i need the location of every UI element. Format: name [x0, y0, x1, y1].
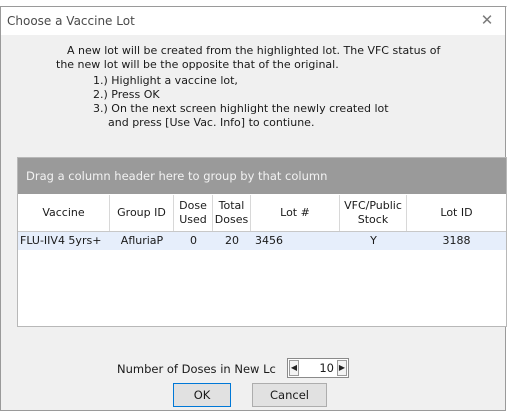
title-bar: Choose a Vaccine Lot ✕	[1, 7, 505, 35]
cell-lot-number: 3456	[255, 234, 283, 247]
vaccine-lot-grid[interactable]: Drag a column header here to group by th…	[17, 157, 507, 327]
column-header-vfc-public-stock[interactable]: VFC/Public Stock	[340, 195, 407, 231]
instruction-step-2: 2.) Press OK	[93, 88, 160, 101]
dialog-title: Choose a Vaccine Lot	[7, 14, 135, 28]
doses-spinner[interactable]: ◀ 10 ▶	[287, 358, 349, 378]
column-header-lot-id[interactable]: Lot ID	[407, 195, 506, 231]
cancel-button[interactable]: Cancel	[252, 383, 327, 407]
cell-vaccine: FLU-IIV4 5yrs+	[20, 234, 102, 247]
choose-vaccine-lot-dialog: Choose a Vaccine Lot ✕ A new lot will be…	[0, 6, 507, 411]
doses-label: Number of Doses in New Lc	[117, 362, 276, 376]
ok-button[interactable]: OK	[173, 383, 231, 407]
cell-dose-used: 0	[190, 234, 197, 247]
cell-vfc-stock: Y	[370, 234, 377, 247]
cell-group-id: AfluriaP	[120, 234, 164, 247]
column-header-total-doses[interactable]: Total Doses	[213, 195, 251, 231]
group-by-panel[interactable]: Drag a column header here to group by th…	[18, 158, 506, 194]
instruction-step-3: 3.) On the next screen highlight the new…	[93, 102, 389, 115]
instruction-line-1: A new lot will be created from the highl…	[67, 44, 441, 57]
decrement-arrow-icon[interactable]: ◀	[289, 360, 299, 376]
cell-lot-id: 3188	[442, 234, 471, 247]
column-header-group-id[interactable]: Group ID	[110, 195, 174, 231]
increment-arrow-icon[interactable]: ▶	[337, 360, 347, 376]
instruction-step-1: 1.) Highlight a vaccine lot,	[93, 74, 238, 87]
instruction-step-4: and press [Use Vac. Info] to contiune.	[108, 116, 315, 129]
column-header-lot-number[interactable]: Lot #	[251, 195, 340, 231]
column-header-dose-used[interactable]: Dose Used	[174, 195, 213, 231]
doses-value[interactable]: 10	[302, 359, 334, 377]
close-icon[interactable]: ✕	[475, 9, 499, 31]
instruction-line-2: the new lot will be the opposite that of…	[56, 58, 339, 71]
column-header-vaccine[interactable]: Vaccine	[18, 195, 110, 231]
table-row[interactable]: FLU-IIV4 5yrs+ AfluriaP 0 20 3456 Y 3188	[18, 232, 506, 250]
cell-total-doses: 20	[225, 234, 239, 247]
